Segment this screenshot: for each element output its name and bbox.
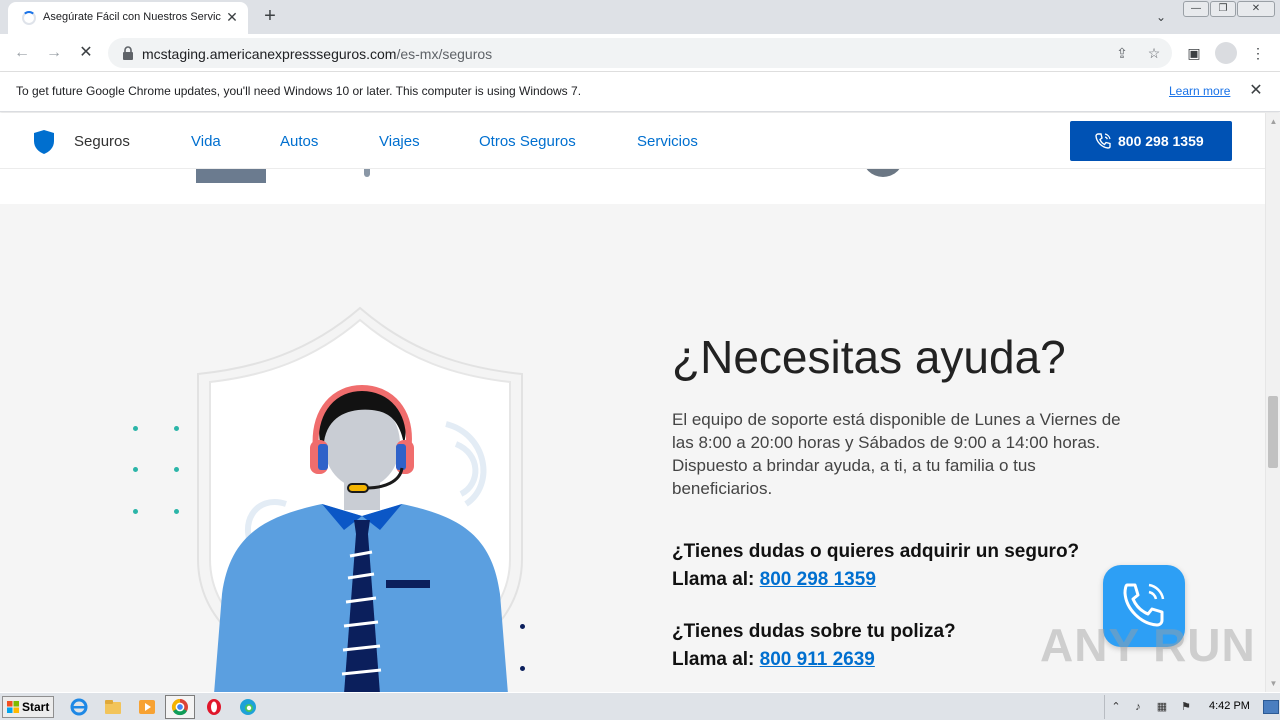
back-button[interactable]: ← bbox=[10, 41, 34, 65]
lock-icon bbox=[123, 46, 133, 60]
network-icon[interactable]: ▦ bbox=[1155, 700, 1169, 714]
browser-tab[interactable]: Asegúrate Fácil con Nuestros Servicios ✕ bbox=[8, 2, 248, 34]
anyrun-watermark: ANY RUN bbox=[1040, 619, 1256, 671]
scrollbar-thumb[interactable] bbox=[1268, 396, 1278, 468]
url-text: mcstaging.americanexpressseguros.com/es-… bbox=[142, 46, 492, 62]
chrome-icon bbox=[171, 698, 188, 716]
call-phone-label: 800 298 1359 bbox=[1118, 133, 1204, 149]
side-panel-icon[interactable]: ▣ bbox=[1184, 43, 1204, 63]
bookmark-star-icon[interactable]: ☆ bbox=[1145, 44, 1163, 62]
policy-phone-link[interactable]: 800 911 2639 bbox=[760, 649, 875, 670]
address-bar[interactable]: mcstaging.americanexpressseguros.com/es-… bbox=[108, 38, 1172, 68]
nav-item-viajes[interactable]: Viajes bbox=[379, 133, 420, 150]
decorative-dot bbox=[174, 426, 179, 431]
decorative-dot bbox=[133, 509, 138, 514]
media-player-icon[interactable] bbox=[136, 697, 158, 717]
url-host: mcstaging.americanexpressseguros.com bbox=[142, 46, 397, 62]
system-tray: ⌃ ♪ ▦ ⚑ 4:42 PM bbox=[1104, 695, 1280, 719]
start-label: Start bbox=[22, 700, 50, 714]
menu-kebab-icon[interactable]: ⋮ bbox=[1248, 43, 1268, 63]
nav-item-vida[interactable]: Vida bbox=[191, 133, 221, 150]
close-tab-icon[interactable]: ✕ bbox=[223, 8, 241, 26]
tab-search-chevron-icon[interactable]: ⌄ bbox=[1150, 6, 1172, 28]
decorative-dot bbox=[133, 467, 138, 472]
call-label: Llama al: bbox=[672, 649, 755, 670]
browser-toolbar: ← → ✕ mcstaging.americanexpressseguros.c… bbox=[0, 34, 1280, 72]
call-phone-button[interactable]: 800 298 1359 bbox=[1070, 121, 1232, 161]
help-description: El equipo de soporte está disponible de … bbox=[672, 410, 1121, 498]
tab-title: Asegúrate Fácil con Nuestros Servicios bbox=[43, 11, 221, 23]
restore-window-button[interactable]: ❐ bbox=[1210, 1, 1236, 17]
call-label: Llama al: bbox=[672, 569, 755, 590]
update-infobar: To get future Google Chrome updates, you… bbox=[0, 72, 1280, 112]
action-center-flag-icon[interactable]: ⚑ bbox=[1179, 700, 1193, 714]
close-window-button[interactable]: ✕ bbox=[1237, 1, 1275, 17]
contact-call-line: Llama al: 800 298 1359 bbox=[672, 569, 876, 591]
windows-logo-icon bbox=[7, 701, 19, 713]
web-page: Seguros Vida Autos Viajes Otros Seguros … bbox=[0, 113, 1265, 692]
scroll-down-arrow-icon[interactable]: ▼ bbox=[1269, 679, 1278, 688]
internet-explorer-icon[interactable] bbox=[68, 697, 90, 717]
contact-question: ¿Tienes dudas sobre tu poliza? bbox=[672, 621, 956, 642]
contact-question: ¿Tienes dudas o quieres adquirir un segu… bbox=[672, 541, 1080, 562]
opera-icon[interactable] bbox=[203, 697, 225, 717]
start-button[interactable]: Start bbox=[2, 696, 54, 718]
forward-button[interactable]: → bbox=[42, 41, 66, 65]
decorative-dot bbox=[174, 509, 179, 514]
support-agent-illustration bbox=[197, 306, 523, 692]
volume-icon[interactable]: ♪ bbox=[1131, 700, 1145, 714]
file-explorer-icon[interactable] bbox=[102, 697, 124, 717]
stop-loading-button[interactable]: ✕ bbox=[74, 41, 98, 65]
taskbar-clock[interactable]: 4:42 PM bbox=[1209, 700, 1250, 712]
tray-expand-icon[interactable]: ⌃ bbox=[1109, 700, 1123, 714]
infobar-message: To get future Google Chrome updates, you… bbox=[16, 84, 582, 98]
windows-taskbar: Start ⌃ ♪ ▦ ⚑ 4:42 PM bbox=[0, 692, 1280, 720]
new-tab-button[interactable]: + bbox=[258, 4, 282, 28]
learn-more-link[interactable]: Learn more bbox=[1169, 84, 1230, 98]
nav-item-servicios[interactable]: Servicios bbox=[637, 133, 698, 150]
edge-icon[interactable] bbox=[237, 697, 259, 717]
shield-logo-icon[interactable] bbox=[33, 129, 55, 155]
chrome-taskbar-button[interactable] bbox=[165, 695, 195, 719]
minimize-window-button[interactable]: — bbox=[1183, 1, 1209, 17]
tab-strip: Asegúrate Fácil con Nuestros Servicios ✕… bbox=[0, 0, 1280, 34]
contact-call-line: Llama al: 800 911 2639 bbox=[672, 649, 875, 671]
brand-label[interactable]: Seguros bbox=[74, 133, 130, 150]
phone-icon bbox=[1095, 133, 1111, 149]
url-path: /es-mx/seguros bbox=[396, 46, 493, 62]
nav-item-otros-seguros[interactable]: Otros Seguros bbox=[479, 133, 576, 150]
help-title: ¿Necesitas ayuda? bbox=[672, 331, 1066, 383]
site-navbar: Seguros Vida Autos Viajes Otros Seguros … bbox=[0, 113, 1265, 169]
page-scrollbar[interactable]: ▲ ▼ bbox=[1265, 113, 1280, 692]
show-desktop-icon[interactable] bbox=[1263, 700, 1279, 714]
decorative-dot bbox=[174, 467, 179, 472]
close-infobar-icon[interactable]: ✕ bbox=[1246, 81, 1266, 101]
partner-logo-image bbox=[364, 169, 370, 177]
sales-phone-link[interactable]: 800 298 1359 bbox=[760, 569, 876, 590]
partner-logos-strip bbox=[0, 149, 1265, 204]
partner-logo-image bbox=[196, 169, 266, 183]
scroll-up-arrow-icon[interactable]: ▲ bbox=[1269, 117, 1278, 126]
nav-item-autos[interactable]: Autos bbox=[280, 133, 318, 150]
decorative-dot bbox=[133, 426, 138, 431]
loading-spinner-icon bbox=[22, 11, 36, 25]
profile-avatar-icon[interactable] bbox=[1215, 42, 1237, 64]
share-icon[interactable]: ⇪ bbox=[1113, 44, 1131, 62]
